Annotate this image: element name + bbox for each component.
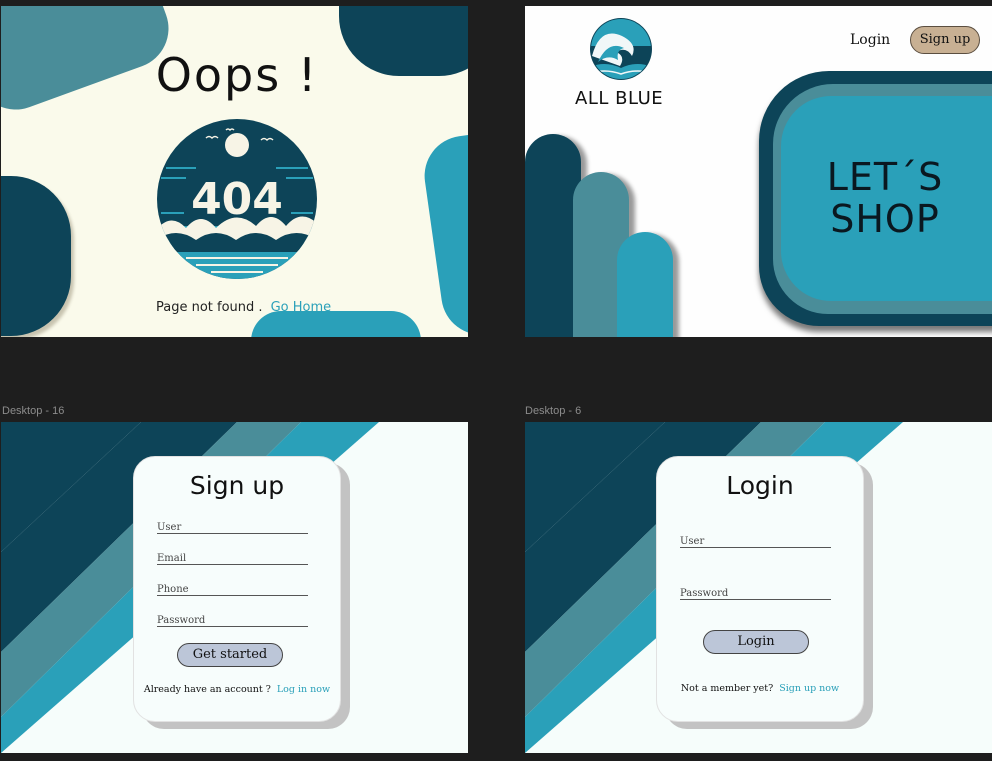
login-now-link[interactable]: Log in now [277, 684, 330, 695]
signup-card: Sign up Get started Already have an acco… [133, 456, 341, 722]
user-input[interactable] [680, 536, 831, 547]
login-title: Login [726, 471, 794, 500]
user-field[interactable] [157, 515, 308, 534]
decor-blob [1, 176, 71, 336]
password-field[interactable] [157, 608, 308, 627]
phone-input[interactable] [157, 584, 308, 595]
frame-label-signup[interactable]: Desktop - 16 [2, 405, 64, 417]
hero-line-1: LET´S [826, 155, 944, 199]
password-input[interactable] [157, 615, 308, 626]
login-footer: Not a member yet? Sign up now [657, 683, 863, 694]
decor-blob [419, 132, 468, 337]
frame-login: Login Login Not a member yet? Sign up now [525, 422, 992, 753]
nav-signup-button[interactable]: Sign up [910, 26, 980, 54]
login-card: Login Login Not a member yet? Sign up now [656, 456, 864, 722]
nav-login-link[interactable]: Login [850, 32, 890, 48]
frame-signup: Sign up Get started Already have an acco… [1, 422, 468, 753]
login-footer-text: Not a member yet? [680, 683, 774, 694]
signup-now-link[interactable]: Sign up now [779, 683, 839, 694]
get-started-button[interactable]: Get started [177, 643, 283, 667]
signup-title: Sign up [189, 471, 285, 500]
frame-label-login[interactable]: Desktop - 6 [525, 405, 581, 417]
user-input[interactable] [157, 522, 308, 533]
password-field[interactable] [680, 581, 831, 600]
404-wave-badge-icon: 404 [157, 119, 317, 279]
hero-title[interactable]: LET´S SHOP [825, 156, 945, 240]
wave-logo-icon [590, 18, 652, 80]
email-input[interactable] [157, 553, 308, 564]
signup-footer: Already have an account ? Log in now [134, 684, 340, 695]
hero-line-2: SHOP [830, 197, 940, 241]
frame-landing: ALL BLUE Login Sign up LET´S SHOP [525, 6, 992, 337]
email-field[interactable] [157, 546, 308, 565]
user-field[interactable] [680, 529, 831, 548]
error-heading: Oops ! [155, 48, 319, 102]
frame-not-found: Oops ! 404 Page not found . Go Home [1, 6, 468, 337]
not-found-text: Page not found . [156, 300, 263, 315]
password-input[interactable] [680, 588, 831, 599]
signup-footer-text: Already have an account ? [143, 684, 271, 695]
decor-pill [617, 232, 673, 337]
go-home-link[interactable]: Go Home [271, 300, 332, 315]
not-found-message: Page not found . Go Home [156, 300, 331, 315]
brand-name: ALL BLUE [575, 88, 664, 109]
phone-field[interactable] [157, 577, 308, 596]
login-button[interactable]: Login [703, 630, 809, 654]
